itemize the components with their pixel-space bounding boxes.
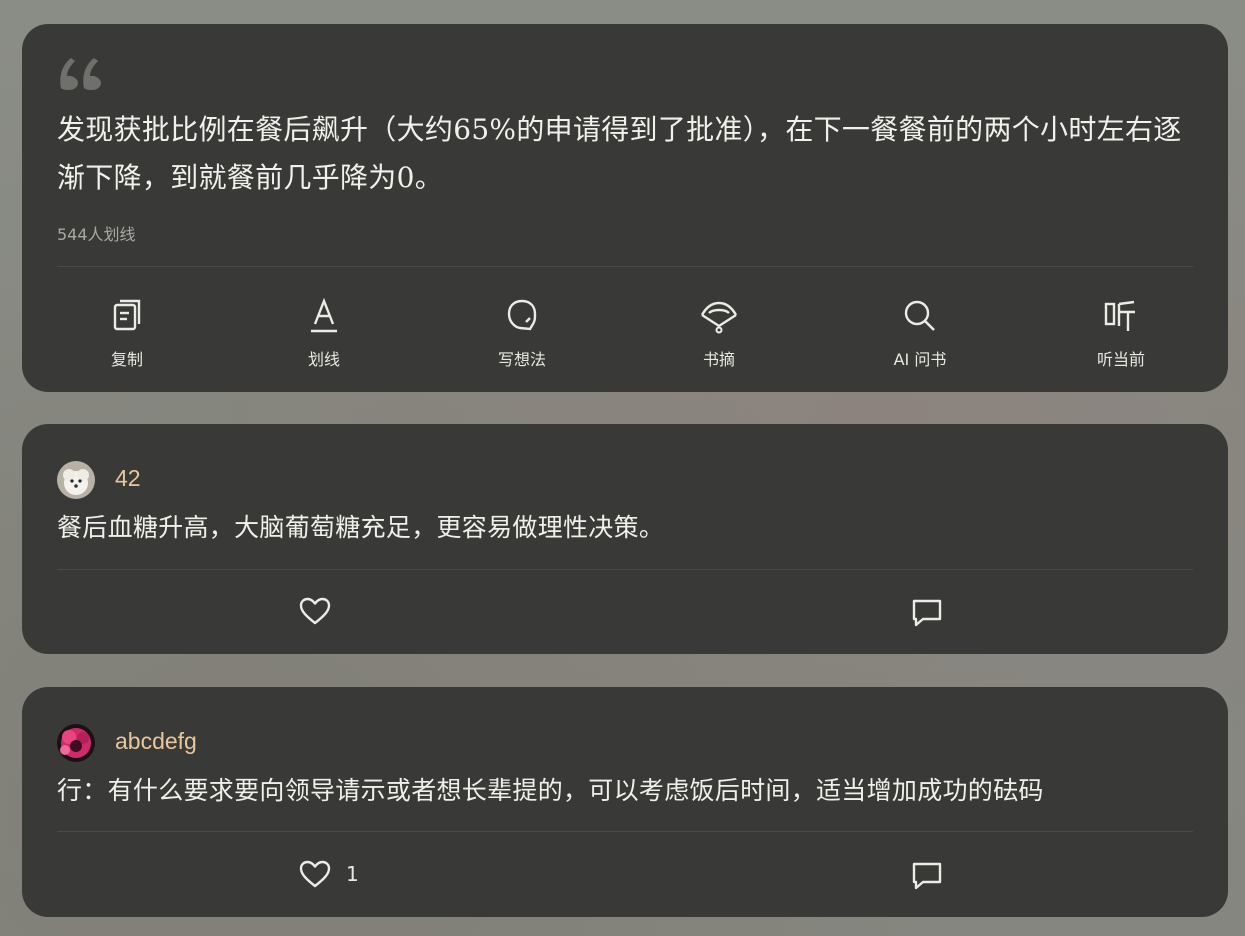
underline-label: 划线 xyxy=(307,350,340,369)
excerpt-label: 书摘 xyxy=(702,350,735,369)
highlight-quote-card: 发现获批比例在餐后飙升（大约65%的申请得到了批准），在下一餐餐前的两个小时左右… xyxy=(22,24,1228,392)
heart-icon xyxy=(299,860,331,888)
like-count: 1 xyxy=(346,862,359,886)
copy-label: 复制 xyxy=(110,350,143,369)
write-thought-label: 写想法 xyxy=(497,350,546,369)
heart-icon xyxy=(299,597,331,625)
comment-card: abcdefg 行：有什么要求要向领导请示或者想长辈提的，可以考虑饭后时间，适当… xyxy=(22,687,1228,917)
underline-icon xyxy=(311,297,337,333)
underline-button[interactable]: 划线 xyxy=(264,292,384,370)
divider xyxy=(57,831,1193,832)
avatar[interactable] xyxy=(57,461,95,499)
action-bar: 复制 划线 写想法 书摘 AI 问书 听当前 xyxy=(22,292,1228,382)
copy-icon xyxy=(113,299,141,331)
listen-current-label: 听当前 xyxy=(1096,350,1145,369)
write-thought-button[interactable]: 写想法 xyxy=(462,292,582,370)
thought-icon xyxy=(507,299,537,331)
listen-current-button[interactable]: 听当前 xyxy=(1061,292,1181,370)
divider xyxy=(57,569,1193,570)
comment-actions xyxy=(22,584,1228,640)
comment-icon[interactable] xyxy=(910,859,944,893)
listen-icon xyxy=(1104,300,1135,331)
comment-text: 餐后血糖升高，大脑葡萄糖充足，更容易做理性决策。 xyxy=(57,513,665,542)
flower-avatar-icon xyxy=(57,724,95,762)
ai-ask-book-button[interactable]: AI 问书 xyxy=(860,292,980,370)
excerpt-icon xyxy=(700,301,738,334)
ai-ask-book-label: AI 问书 xyxy=(893,350,947,369)
avatar[interactable] xyxy=(57,724,95,762)
highlight-count: 544人划线 xyxy=(57,225,136,244)
search-icon xyxy=(904,300,935,331)
comment-card: 42 餐后血糖升高，大脑葡萄糖充足，更容易做理性决策。 xyxy=(22,424,1228,654)
quote-mark-icon xyxy=(60,58,101,90)
username[interactable]: 42 xyxy=(115,465,141,492)
comment-text: 行：有什么要求要向领导请示或者想长辈提的，可以考虑饭后时间，适当增加成功的砝码 xyxy=(57,776,1044,805)
username[interactable]: abcdefg xyxy=(115,728,197,755)
excerpt-button[interactable]: 书摘 xyxy=(659,292,779,370)
comment-actions: 1 xyxy=(22,847,1228,903)
divider xyxy=(57,266,1193,267)
comment-icon[interactable] xyxy=(910,596,944,630)
quote-text: 发现获批比例在餐后飙升（大约65%的申请得到了批准），在下一餐餐前的两个小时左右… xyxy=(57,113,1182,194)
like-button[interactable] xyxy=(298,594,346,628)
dog-avatar-icon xyxy=(57,461,95,499)
like-button[interactable]: 1 xyxy=(298,857,359,891)
copy-button[interactable]: 复制 xyxy=(67,292,187,370)
